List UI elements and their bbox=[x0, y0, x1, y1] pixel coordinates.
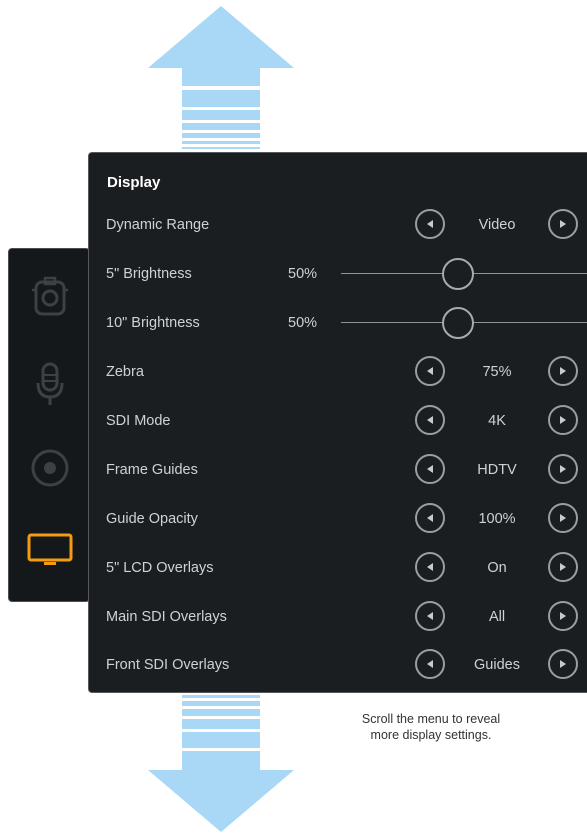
triangle-left-icon bbox=[427, 367, 433, 375]
next-button[interactable] bbox=[548, 356, 578, 386]
triangle-right-icon bbox=[560, 612, 566, 620]
previous-button[interactable] bbox=[415, 356, 445, 386]
setting-label: Dynamic Range bbox=[106, 217, 210, 233]
triangle-left-icon bbox=[427, 563, 433, 571]
triangle-right-icon bbox=[560, 514, 566, 522]
next-button[interactable] bbox=[548, 649, 578, 679]
setting-row-front-sdi-overlays: Front SDI Overlays Guides bbox=[89, 641, 587, 690]
scroll-up-arrow-icon bbox=[148, 6, 294, 156]
camera-icon[interactable] bbox=[27, 275, 73, 321]
caption-line: Scroll the menu to reveal bbox=[361, 712, 501, 726]
setting-label: 5" Brightness bbox=[106, 266, 192, 282]
setting-value: 75% bbox=[482, 364, 512, 380]
setting-value: 4K bbox=[488, 413, 506, 429]
setting-value: Video bbox=[478, 217, 516, 233]
setting-row-main-sdi-overlays: Main SDI Overlays All bbox=[89, 593, 587, 642]
setting-label: Main SDI Overlays bbox=[106, 609, 227, 625]
next-button[interactable] bbox=[548, 552, 578, 582]
triangle-left-icon bbox=[427, 660, 433, 668]
previous-button[interactable] bbox=[415, 552, 445, 582]
triangle-left-icon bbox=[427, 612, 433, 620]
next-button[interactable] bbox=[548, 209, 578, 239]
setting-label: Front SDI Overlays bbox=[106, 657, 230, 673]
triangle-right-icon bbox=[560, 416, 566, 424]
setting-value: On bbox=[487, 560, 507, 576]
display-settings-panel: Display Dynamic Range Video 5" Brightnes… bbox=[88, 152, 587, 693]
caption-line: more display settings. bbox=[370, 728, 492, 742]
setting-value: Guides bbox=[474, 657, 520, 673]
triangle-left-icon bbox=[427, 465, 433, 473]
setting-label: Guide Opacity bbox=[106, 511, 198, 527]
setting-row-sdi-mode: SDI Mode 4K bbox=[89, 397, 587, 446]
next-button[interactable] bbox=[548, 454, 578, 484]
scroll-caption: Scroll the menu to reveal more display s… bbox=[336, 711, 526, 743]
triangle-right-icon bbox=[560, 563, 566, 571]
setting-row-5in-lcd-overlays: 5" LCD Overlays On bbox=[89, 544, 587, 593]
monitor-icon[interactable] bbox=[27, 527, 73, 573]
scroll-down-arrow-icon bbox=[148, 690, 294, 832]
microphone-icon[interactable] bbox=[27, 361, 73, 407]
brightness-slider-thumb[interactable] bbox=[442, 307, 474, 339]
triangle-left-icon bbox=[427, 416, 433, 424]
menu-tab-bar bbox=[8, 248, 90, 602]
setting-row-5in-brightness: 5" Brightness 50% bbox=[89, 250, 587, 299]
next-button[interactable] bbox=[548, 405, 578, 435]
setting-row-zebra: Zebra 75% bbox=[89, 348, 587, 397]
triangle-right-icon bbox=[560, 465, 566, 473]
setting-row-guide-opacity: Guide Opacity 100% bbox=[89, 495, 587, 544]
brightness-slider-thumb[interactable] bbox=[442, 258, 474, 290]
triangle-right-icon bbox=[560, 660, 566, 668]
triangle-right-icon bbox=[560, 367, 566, 375]
slider-value: 50% bbox=[288, 266, 318, 282]
panel-title: Display bbox=[107, 174, 161, 191]
previous-button[interactable] bbox=[415, 209, 445, 239]
next-button[interactable] bbox=[548, 503, 578, 533]
setting-label: SDI Mode bbox=[106, 413, 171, 429]
setting-label: Frame Guides bbox=[106, 462, 198, 478]
setting-value: HDTV bbox=[477, 462, 517, 478]
triangle-right-icon bbox=[560, 220, 566, 228]
previous-button[interactable] bbox=[415, 649, 445, 679]
previous-button[interactable] bbox=[415, 503, 445, 533]
setting-value: 100% bbox=[478, 511, 516, 527]
setting-row-10in-brightness: 10" Brightness 50% bbox=[89, 299, 587, 348]
record-icon[interactable] bbox=[27, 445, 73, 491]
setting-value: All bbox=[488, 609, 506, 625]
setting-label: 5" LCD Overlays bbox=[106, 560, 214, 576]
previous-button[interactable] bbox=[415, 601, 445, 631]
next-button[interactable] bbox=[548, 601, 578, 631]
setting-row-dynamic-range: Dynamic Range Video bbox=[89, 201, 587, 250]
setting-row-frame-guides: Frame Guides HDTV bbox=[89, 446, 587, 495]
slider-value: 50% bbox=[288, 315, 318, 331]
setting-label: 10" Brightness bbox=[106, 315, 200, 331]
triangle-left-icon bbox=[427, 220, 433, 228]
triangle-left-icon bbox=[427, 514, 433, 522]
previous-button[interactable] bbox=[415, 405, 445, 435]
previous-button[interactable] bbox=[415, 454, 445, 484]
setting-label: Zebra bbox=[106, 364, 144, 380]
